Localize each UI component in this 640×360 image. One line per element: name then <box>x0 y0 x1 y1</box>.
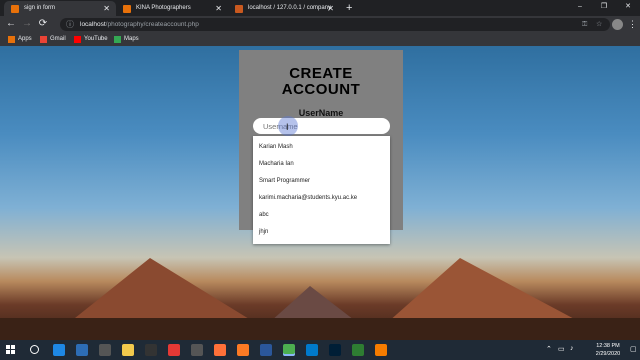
url-text[interactable]: localhost/photography/createaccount.php <box>80 18 199 31</box>
bookmarks-bar: Apps Gmail YouTube Maps <box>0 33 640 46</box>
username-label: UserName <box>298 108 344 118</box>
url-host: localhost <box>80 21 106 28</box>
autocomplete-dropdown: Karian Mash Macharia Ian Smart Programme… <box>253 136 390 244</box>
mail-icon[interactable] <box>76 344 88 356</box>
bookmark-maps[interactable]: Maps <box>114 33 139 46</box>
vscode-icon[interactable] <box>306 344 318 356</box>
key-icon[interactable]: ⚿ <box>582 18 587 31</box>
tab-title: localhost / 127.0.0.1 / company <box>248 5 332 11</box>
autocomplete-item[interactable]: karimi.macharia@students.kyu.ac.ke <box>259 191 357 205</box>
notifications-icon[interactable]: ▢ <box>630 345 637 353</box>
media-icon[interactable] <box>191 344 203 356</box>
chrome-icon[interactable] <box>283 344 295 356</box>
browser-menu-icon[interactable]: ⋮ <box>628 17 637 31</box>
bookmark-youtube[interactable]: YouTube <box>74 33 108 46</box>
movies-icon[interactable] <box>145 344 157 356</box>
firefox-icon[interactable] <box>214 344 226 356</box>
bookmark-label: Gmail <box>50 36 66 42</box>
title-line-2: ACCOUNT <box>281 81 361 98</box>
vlc-icon[interactable] <box>375 344 387 356</box>
reload-icon[interactable]: ⟳ <box>36 17 50 31</box>
autocomplete-item[interactable]: Smart Programmer <box>259 174 310 188</box>
profile-avatar[interactable] <box>612 19 623 30</box>
tab-sign-in-form[interactable]: sign in form ✕ <box>4 1 116 16</box>
tab-close-icon[interactable]: ✕ <box>215 1 222 16</box>
bookmark-apps[interactable]: Apps <box>8 33 32 46</box>
tab-kina-photographers[interactable]: KINA Photographers ✕ <box>116 1 228 16</box>
clock-date: 2/29/2020 <box>595 351 621 357</box>
browser-toolbar: ← → ⟳ ⓘ localhost/photography/createacco… <box>0 16 640 33</box>
settings-icon[interactable] <box>99 344 111 356</box>
bookmark-gmail[interactable]: Gmail <box>40 33 66 46</box>
page-viewport: CREATE ACCOUNT UserName I Karian Mash Ma… <box>0 46 640 340</box>
username-input[interactable] <box>253 118 390 134</box>
maps-icon <box>114 36 121 43</box>
gmail-icon <box>40 36 47 43</box>
close-window-icon[interactable]: ✕ <box>616 0 640 14</box>
photoshop-icon[interactable] <box>329 344 341 356</box>
site-info-icon[interactable]: ⓘ <box>66 19 74 30</box>
bookmark-label: YouTube <box>84 36 108 42</box>
bookmark-star-icon[interactable]: ☆ <box>596 18 602 31</box>
tab-close-icon[interactable]: ✕ <box>327 1 334 16</box>
tab-phpmyadmin[interactable]: localhost / 127.0.0.1 / company ✕ <box>228 1 340 16</box>
tab-close-icon[interactable]: ✕ <box>103 1 110 16</box>
back-icon[interactable]: ← <box>4 17 18 31</box>
windows-start-icon[interactable] <box>6 345 16 355</box>
network-icon[interactable]: ▭ <box>558 345 565 353</box>
taskbar-clock[interactable]: 12:38 PM 2/29/2020 <box>588 342 628 358</box>
title-line-1: CREATE <box>289 65 353 82</box>
page-title: CREATE ACCOUNT <box>239 66 403 98</box>
youtube-icon <box>74 36 81 43</box>
xampp-icon[interactable] <box>237 344 249 356</box>
maximize-icon[interactable]: ❐ <box>592 0 616 14</box>
windows-taskbar: ⌃ ▭ ♪ 12:38 PM 2/29/2020 ▢ <box>0 340 640 360</box>
edge-icon[interactable] <box>53 344 65 356</box>
tab-title: sign in form <box>24 5 56 11</box>
search-icon[interactable] <box>30 345 39 354</box>
volume-icon[interactable]: ♪ <box>570 345 574 352</box>
tab-favicon-icon <box>235 5 243 13</box>
file-explorer-icon[interactable] <box>122 344 134 356</box>
autocomplete-item[interactable]: abc <box>259 208 269 222</box>
bookmark-label: Maps <box>124 36 139 42</box>
apps-grid-icon <box>8 36 15 43</box>
address-bar[interactable]: ⓘ localhost/photography/createaccount.ph… <box>60 18 610 31</box>
url-path: /photography/createaccount.php <box>105 21 199 28</box>
opera-icon[interactable] <box>168 344 180 356</box>
tab-strip: sign in form ✕ KINA Photographers ✕ loca… <box>0 0 640 16</box>
clock-time: 12:38 PM <box>596 343 620 349</box>
autocomplete-item[interactable]: jhjn <box>259 225 268 239</box>
tab-title: KINA Photographers <box>136 5 191 11</box>
autocomplete-item[interactable]: Karian Mash <box>259 140 293 154</box>
word-icon[interactable] <box>260 344 272 356</box>
forward-icon[interactable]: → <box>20 17 34 31</box>
text-cursor-icon: I <box>286 122 289 132</box>
background-ground <box>0 318 640 340</box>
green-app-icon[interactable] <box>352 344 364 356</box>
tab-favicon-icon <box>123 5 131 13</box>
autocomplete-item[interactable]: Macharia Ian <box>259 157 294 171</box>
bookmark-label: Apps <box>18 36 32 42</box>
tab-favicon-icon <box>11 5 19 13</box>
chevron-up-icon[interactable]: ⌃ <box>546 345 552 353</box>
minimize-icon[interactable]: – <box>568 0 592 14</box>
new-tab-button[interactable]: + <box>346 1 352 15</box>
